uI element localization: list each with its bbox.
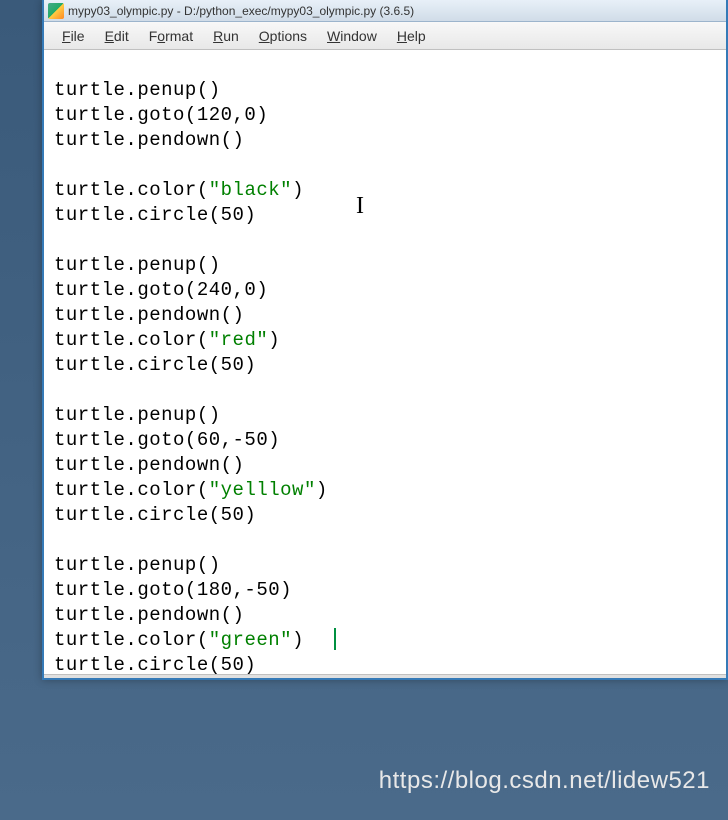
code-line: turtle.pendown() bbox=[54, 128, 726, 153]
string-literal: "yelllow" bbox=[209, 479, 316, 501]
menubar: File Edit Format Run Options Window Help bbox=[44, 22, 726, 50]
code-line: turtle.circle(50) bbox=[54, 203, 726, 228]
idle-window: mypy03_olympic.py - D:/python_exec/mypy0… bbox=[42, 0, 728, 680]
code-line bbox=[54, 378, 726, 403]
code-line: turtle.penup() bbox=[54, 78, 726, 103]
code-line: turtle.goto(180,-50) bbox=[54, 578, 726, 603]
code-editor[interactable]: turtle.penup() turtle.goto(120,0) turtle… bbox=[44, 50, 726, 678]
menu-window[interactable]: Window bbox=[317, 24, 387, 48]
code-line: turtle.color("black") bbox=[54, 178, 726, 203]
watermark-text: https://blog.csdn.net/lidew521 bbox=[379, 767, 710, 795]
caret-icon bbox=[334, 628, 336, 650]
window-title: mypy03_olympic.py - D:/python_exec/mypy0… bbox=[68, 4, 414, 18]
code-line: turtle.color("red") bbox=[54, 328, 726, 353]
code-line bbox=[54, 528, 726, 553]
code-line: turtle.goto(120,0) bbox=[54, 103, 726, 128]
menu-options[interactable]: Options bbox=[249, 24, 317, 48]
code-line: turtle.pendown() bbox=[54, 453, 726, 478]
string-literal: "green" bbox=[209, 629, 292, 651]
code-line: turtle.goto(240,0) bbox=[54, 278, 726, 303]
code-line: turtle.pendown() bbox=[54, 303, 726, 328]
menu-format[interactable]: Format bbox=[139, 24, 203, 48]
code-line bbox=[54, 228, 726, 253]
menu-edit[interactable]: Edit bbox=[95, 24, 139, 48]
text-cursor-icon: I bbox=[356, 194, 365, 219]
code-line: turtle.circle(50) bbox=[54, 503, 726, 528]
code-line: turtle.color("yelllow") bbox=[54, 478, 726, 503]
code-line: turtle.penup() bbox=[54, 403, 726, 428]
code-line: turtle.goto(60,-50) bbox=[54, 428, 726, 453]
string-literal: "black" bbox=[209, 179, 292, 201]
app-icon bbox=[48, 3, 64, 19]
string-literal: "red" bbox=[209, 329, 269, 351]
code-line bbox=[54, 153, 726, 178]
code-line: turtle.circle(50) bbox=[54, 353, 726, 378]
code-line: turtle.pendown() bbox=[54, 603, 726, 628]
statusbar bbox=[44, 674, 726, 678]
titlebar[interactable]: mypy03_olympic.py - D:/python_exec/mypy0… bbox=[44, 0, 726, 22]
code-line: turtle.penup() bbox=[54, 553, 726, 578]
menu-file[interactable]: File bbox=[52, 24, 95, 48]
menu-run[interactable]: Run bbox=[203, 24, 249, 48]
menu-help[interactable]: Help bbox=[387, 24, 436, 48]
code-line: turtle.penup() bbox=[54, 253, 726, 278]
code-line: turtle.color("green") bbox=[54, 628, 726, 653]
